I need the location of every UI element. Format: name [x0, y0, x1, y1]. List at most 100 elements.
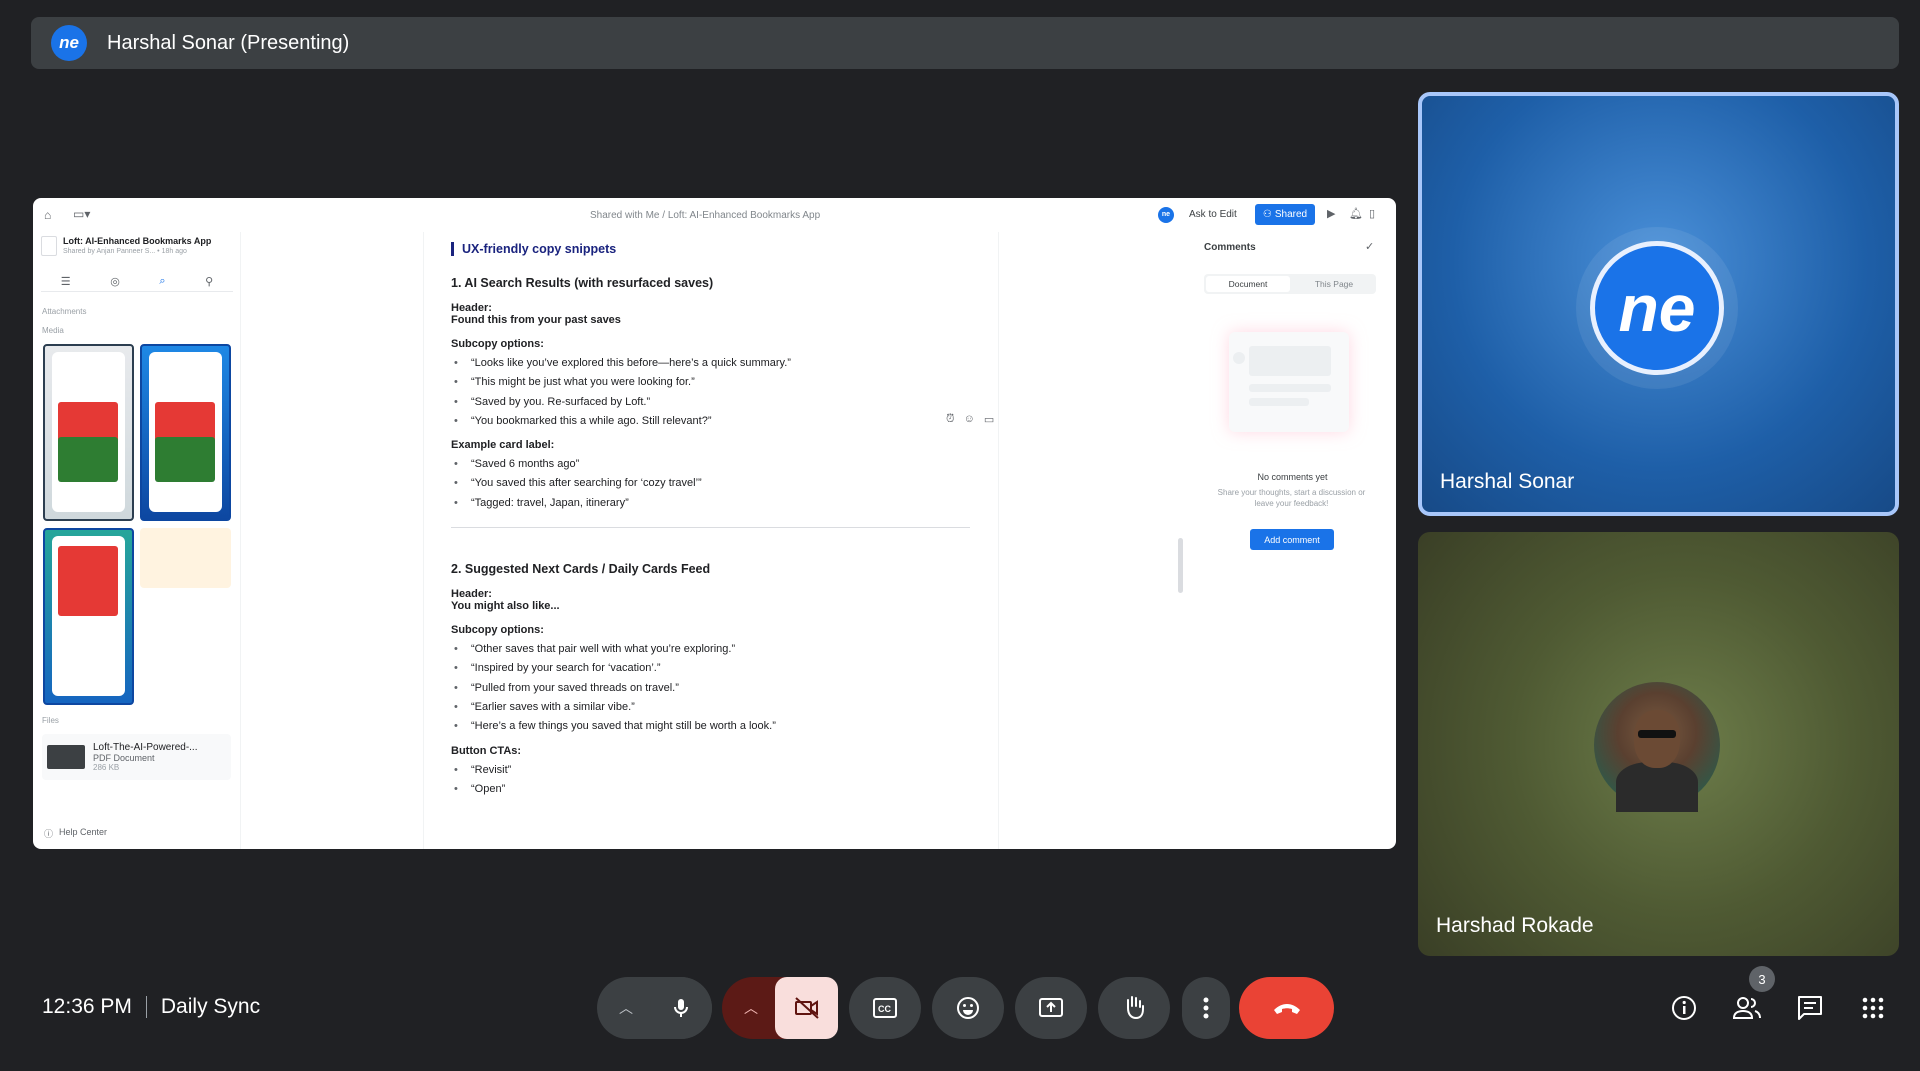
section-heading: UX-friendly copy snippets	[451, 242, 998, 256]
chat-button[interactable]	[1788, 986, 1832, 1030]
participant-name: Harshad Rokade	[1436, 914, 1594, 937]
subcopy-label: Subcopy options:	[451, 338, 544, 350]
list-item: “You bookmarked this a while ago. Still …	[451, 412, 998, 432]
empty-hint: Share your thoughts, start a discussion …	[1217, 488, 1366, 508]
header-label: Header:	[451, 588, 492, 601]
attachment-icon[interactable]: ⌕	[159, 275, 165, 288]
alarm-icon[interactable]: ⏰︎	[946, 413, 955, 426]
presenter-title: Harshal Sonar (Presenting)	[107, 31, 350, 54]
doc-title: Loft: AI-Enhanced Bookmarks App	[63, 236, 212, 246]
notification-icon[interactable]: 🔔︎	[1349, 207, 1363, 220]
attachments-label: Attachments	[42, 307, 87, 316]
sidebar-tabs: ☰ ◎ ⌕ ⚲	[41, 272, 233, 292]
ask-to-edit-button[interactable]: Ask to Edit	[1183, 206, 1243, 223]
scrollbar[interactable]	[1178, 538, 1183, 593]
avatar: ne	[1590, 241, 1724, 375]
list-item: “Saved 6 months ago”	[451, 455, 998, 475]
help-center-link[interactable]: ⓘ Help Center	[44, 827, 107, 840]
s1-card-list: “Saved 6 months ago” “You saved this aft…	[451, 455, 998, 513]
camera-off-icon	[794, 997, 819, 1019]
home-icon[interactable]: ⌂	[44, 208, 51, 222]
end-call-button[interactable]	[1239, 977, 1334, 1039]
outline-icon[interactable]: ☰	[61, 275, 71, 288]
section-2-header: You might also like...	[451, 600, 560, 613]
present-button[interactable]	[1015, 977, 1087, 1039]
tab-document[interactable]: Document	[1206, 276, 1290, 292]
media-thumbnail[interactable]	[140, 344, 231, 521]
info-icon	[1672, 996, 1696, 1020]
hand-icon	[1127, 996, 1144, 1020]
captions-button[interactable]: CC	[849, 977, 921, 1039]
media-thumbnail[interactable]	[140, 528, 231, 588]
divider	[451, 527, 970, 529]
people-button[interactable]	[1725, 986, 1769, 1030]
list-item: “Saved by you. Re-surfaced by Loft.”	[451, 393, 998, 413]
svg-text:CC: CC	[878, 1004, 891, 1014]
shared-screen: ⌂ ▭▾ Shared with Me / Loft: AI-Enhanced …	[33, 198, 1396, 849]
add-comment-button[interactable]: Add comment	[1250, 529, 1334, 550]
doc-meta: Shared by Anjan Panneer S... • 18h ago	[63, 248, 187, 255]
files-label: Files	[42, 716, 59, 725]
audio-controls: ︿	[597, 977, 712, 1039]
raise-hand-button[interactable]	[1098, 977, 1170, 1039]
card-label: Example card label:	[451, 439, 555, 452]
s2-subcopy-list: “Other saves that pair well with what yo…	[451, 640, 998, 737]
breadcrumb[interactable]: Shared with Me / Loft: AI-Enhanced Bookm…	[590, 210, 820, 221]
media-thumbnail[interactable]	[43, 344, 134, 521]
participant-name: Harshal Sonar	[1440, 470, 1575, 493]
present-icon[interactable]: ▶	[1327, 207, 1335, 220]
activities-button[interactable]	[1851, 986, 1895, 1030]
s2-cta-list: “Revisit” “Open”	[451, 761, 998, 800]
doc-thumbnail	[41, 236, 57, 256]
captions-icon: CC	[873, 998, 897, 1018]
media-thumbnail[interactable]	[43, 528, 134, 705]
mic-icon	[674, 999, 688, 1017]
shared-button[interactable]: ⚇ Shared	[1255, 204, 1315, 225]
pdf-icon	[47, 745, 85, 769]
mic-button[interactable]	[650, 977, 712, 1039]
resolve-icon[interactable]: ✓	[1365, 240, 1374, 253]
doc-header[interactable]: Loft: AI-Enhanced Bookmarks App Shared b…	[41, 236, 211, 256]
list-item: “Other saves that pair well with what yo…	[451, 640, 998, 660]
list-item: “Tagged: travel, Japan, itinerary”	[451, 494, 998, 514]
hangup-icon	[1273, 1004, 1300, 1014]
subcopy-label: Subcopy options:	[451, 624, 544, 637]
apps-grid-icon	[1862, 997, 1884, 1019]
camera-toggle-button[interactable]	[775, 977, 838, 1039]
more-options-button[interactable]	[1182, 977, 1230, 1039]
people-icon: ⚇	[1262, 209, 1272, 220]
file-type: PDF Document	[93, 753, 155, 763]
comment-icon[interactable]: ▭	[984, 413, 994, 426]
search-icon[interactable]: ⚲	[205, 275, 213, 288]
empty-illustration	[1229, 332, 1349, 432]
file-name: Loft-The-AI-Powered-...	[93, 742, 198, 753]
file-size: 286 KB	[93, 763, 120, 772]
meeting-details-button[interactable]	[1662, 986, 1706, 1030]
sidebar-toggle-icon[interactable]: ▭▾	[73, 207, 90, 221]
presenter-banner: ne Harshal Sonar (Presenting)	[31, 17, 1899, 69]
reactions-button[interactable]	[932, 977, 1004, 1039]
block-actions: ⏰︎ ☺ ▭	[946, 413, 994, 426]
tasks-icon[interactable]: ◎	[110, 275, 120, 288]
list-item: “Earlier saves with a similar vibe.”	[451, 698, 998, 718]
s1-subcopy-list: “Looks like you’ve explored this before—…	[451, 354, 998, 431]
user-avatar-icon[interactable]: ne	[1158, 207, 1174, 223]
file-card[interactable]: Loft-The-AI-Powered-... PDF Document 286…	[42, 734, 231, 780]
list-item: “Revisit”	[451, 761, 998, 781]
section-2-title: 2. Suggested Next Cards / Daily Cards Fe…	[451, 562, 711, 577]
doc-toolbar: ⌂ ▭▾ Shared with Me / Loft: AI-Enhanced …	[33, 198, 1396, 232]
emoji-icon[interactable]: ☺	[964, 413, 975, 426]
doc-sidebar: Loft: AI-Enhanced Bookmarks App Shared b…	[33, 232, 241, 849]
chevron-up-icon[interactable]: ︿	[744, 998, 758, 1018]
divider	[145, 996, 147, 1018]
participant-tile[interactable]: Harshad Rokade	[1418, 532, 1899, 956]
participant-tile[interactable]: ne Harshal Sonar	[1418, 92, 1899, 516]
section-1-title: 1. AI Search Results (with resurfaced sa…	[451, 276, 714, 290]
panel-right-icon[interactable]: ▯	[1369, 207, 1375, 220]
list-item: “Open”	[451, 780, 998, 800]
video-controls: ︿	[722, 977, 838, 1039]
chevron-up-icon[interactable]: ︿	[619, 998, 633, 1018]
avatar	[1594, 682, 1720, 812]
list-item: “Looks like you’ve explored this before—…	[451, 354, 998, 374]
tab-this-page[interactable]: This Page	[1292, 274, 1376, 294]
